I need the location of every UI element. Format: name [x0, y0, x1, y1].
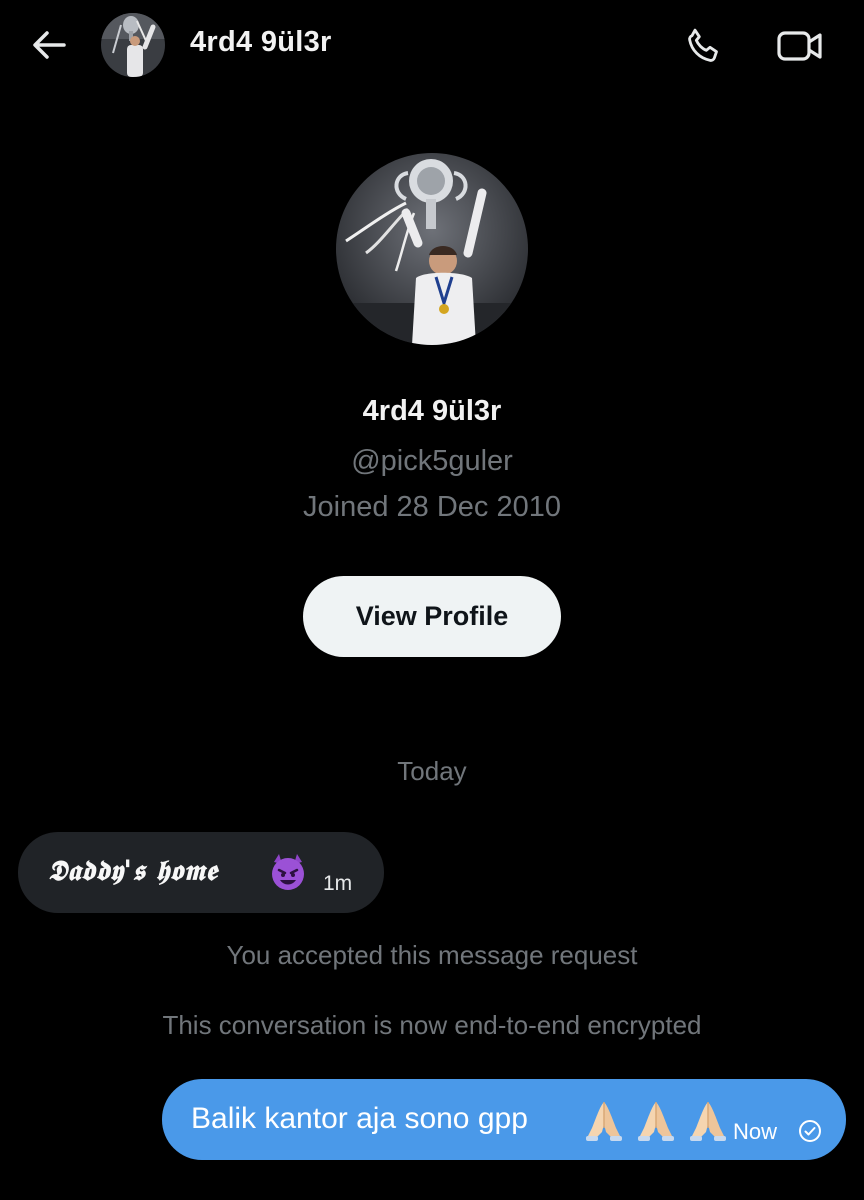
- profile-photo: [336, 153, 528, 345]
- back-button[interactable]: [24, 20, 74, 70]
- incoming-message-text: 𝕯𝖆𝖉𝖉𝖞'𝖘 𝖍𝖔𝖒𝖊: [48, 854, 218, 887]
- day-separator: Today: [397, 756, 467, 786]
- encryption-notice[interactable]: This conversation is now end-to-end encr…: [0, 1010, 864, 1041]
- profile-handle: @pick5guler: [351, 445, 513, 477]
- profile-name: 4rd4 9ül3r: [362, 395, 502, 427]
- request-accepted-notice: You accepted this message request: [226, 940, 638, 970]
- conversation-header: 4rd4 9ül3r: [0, 0, 864, 90]
- avatar-photo: [101, 13, 165, 77]
- voice-call-button[interactable]: [680, 22, 728, 70]
- header-title[interactable]: 4rd4 9ül3r: [190, 26, 332, 59]
- outgoing-message-text: Balik kantor aja sono gpp: [191, 1102, 528, 1135]
- header-avatar[interactable]: [101, 13, 165, 77]
- phone-icon: [688, 28, 718, 62]
- outgoing-message-bubble[interactable]: Balik kantor aja sono gpp Now: [162, 1079, 846, 1160]
- profile-avatar[interactable]: [336, 153, 528, 345]
- profile-joined-date: Joined 28 Dec 2010: [303, 491, 561, 523]
- emoji-group: [582, 1098, 730, 1142]
- video-call-button[interactable]: [774, 22, 826, 70]
- dm-conversation-screen: 4rd4 9ül3r 4rd4 9ül3r @pick5guler Joined…: [0, 0, 864, 1200]
- folded-hands-icon: [690, 1102, 726, 1141]
- folded-hands-icon: [586, 1102, 622, 1141]
- outgoing-message-time: Now: [733, 1119, 778, 1144]
- folded-hands-icon: [638, 1102, 674, 1141]
- video-camera-icon: [777, 31, 822, 61]
- sent-check-icon: [799, 1120, 821, 1142]
- smiling-devil-icon: [272, 854, 304, 890]
- view-profile-button[interactable]: View Profile: [303, 576, 561, 657]
- incoming-message-time: 1m: [323, 872, 353, 895]
- incoming-message-bubble[interactable]: 𝕯𝖆𝖉𝖉𝖞'𝖘 𝖍𝖔𝖒𝖊 1m: [18, 832, 384, 913]
- arrow-left-icon: [33, 31, 66, 59]
